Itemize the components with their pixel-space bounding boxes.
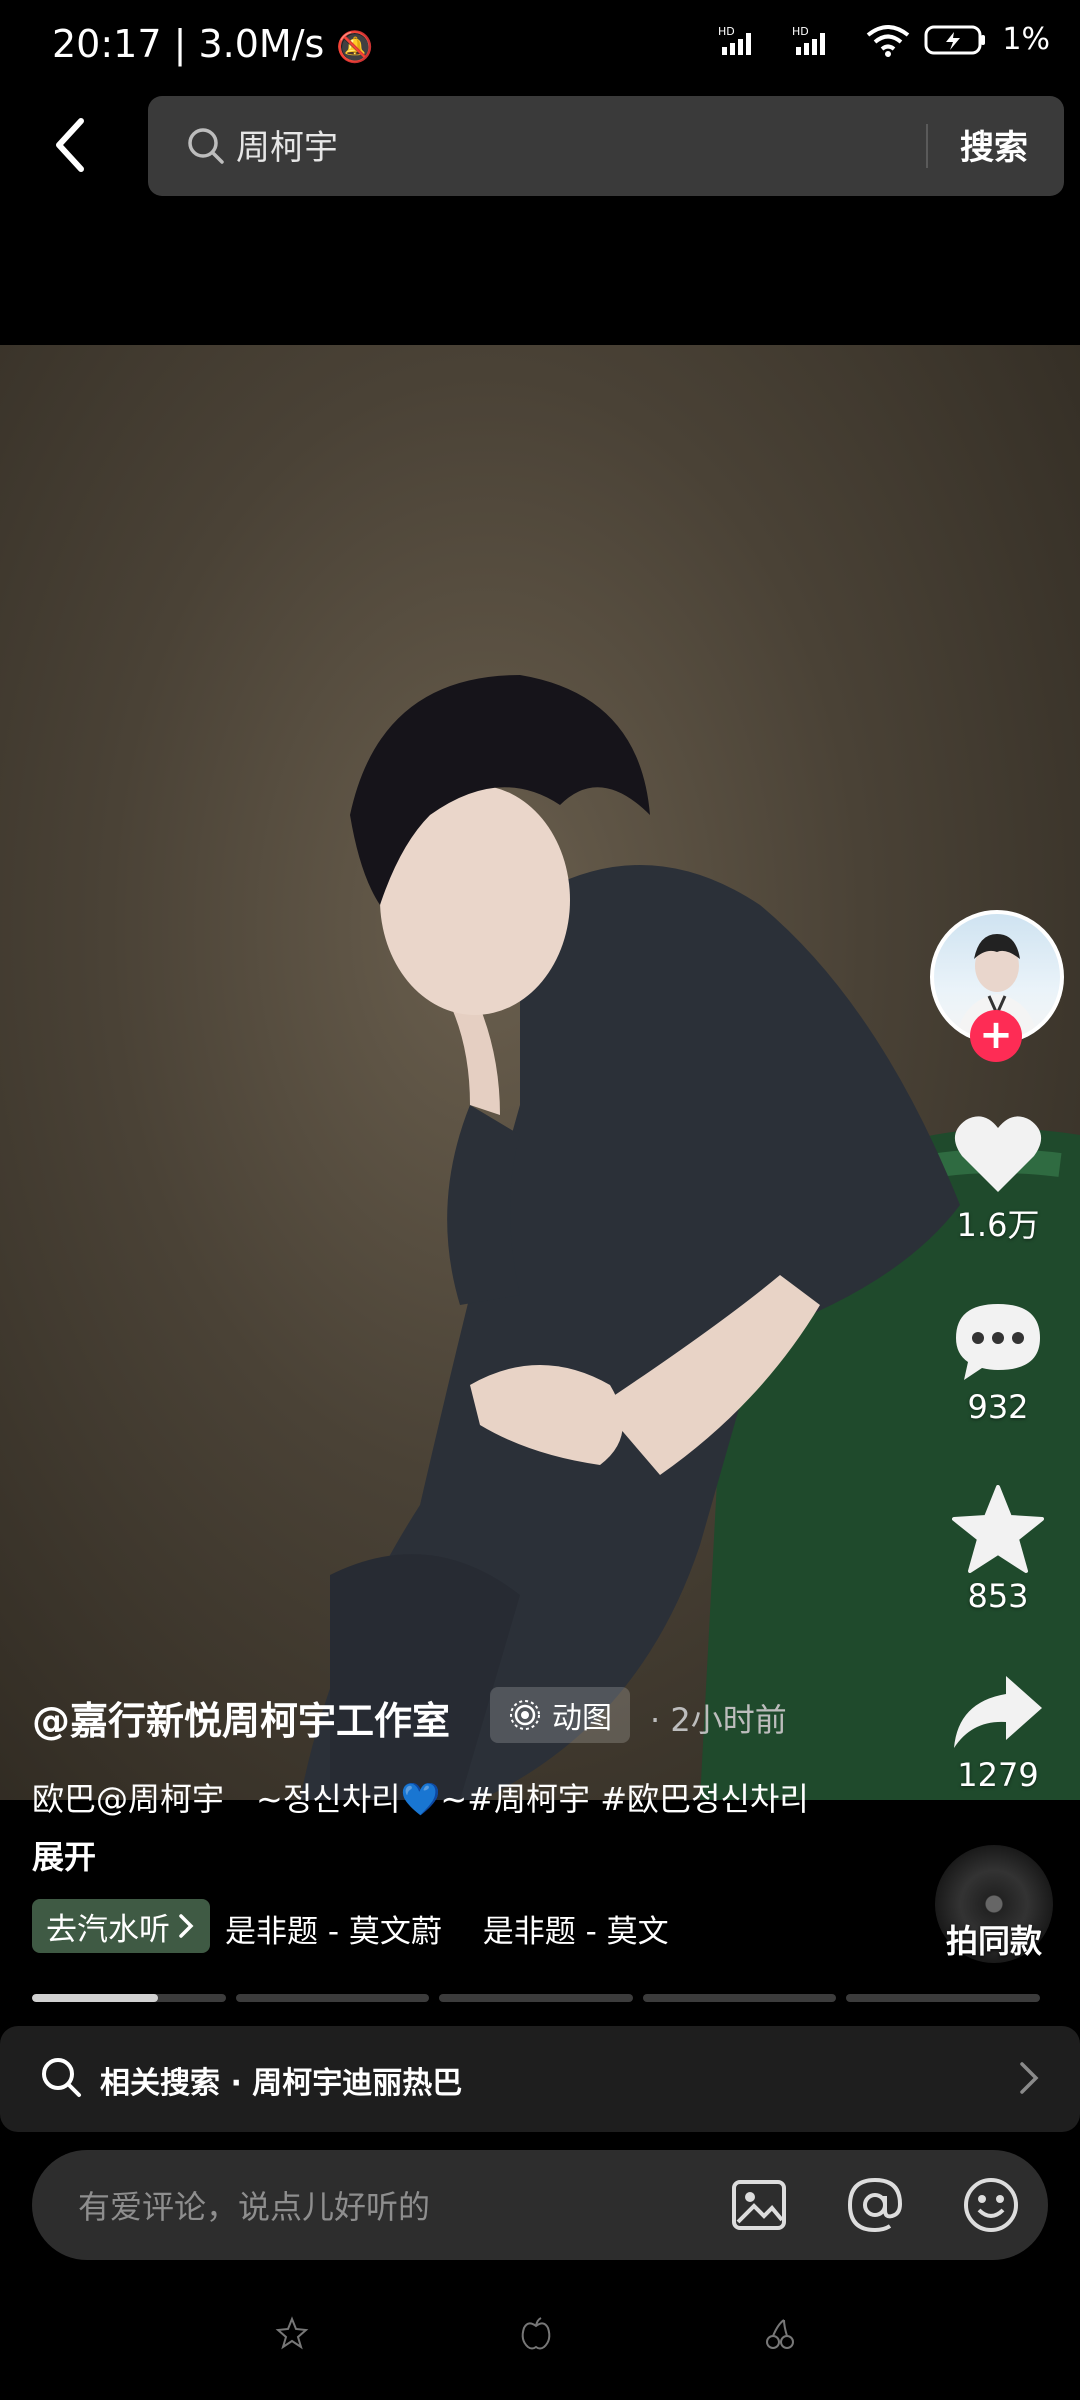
post-time: · 2小时前	[650, 1701, 787, 1739]
share-arrow-icon	[954, 1676, 1042, 1748]
type-label: 动图	[552, 1701, 612, 1736]
share-count: 1279	[957, 1756, 1039, 1794]
share-button[interactable]: 1279	[930, 1672, 1066, 1794]
follow-button[interactable]: +	[970, 1010, 1022, 1062]
search-input[interactable]: 周柯宇	[236, 120, 338, 169]
chevron-right-icon	[1020, 2062, 1039, 2094]
music-chip-label: 去汽水听	[46, 1911, 170, 1948]
image-progress	[32, 1994, 1040, 2002]
progress-segment	[235, 1994, 430, 2002]
post-image[interactable]	[0, 345, 1080, 1800]
heart-icon	[954, 1116, 1042, 1192]
signal-icon-2: HD	[792, 25, 826, 55]
comment-icon	[956, 1304, 1040, 1380]
bottom-nav	[0, 2316, 1080, 2356]
emoji-icon[interactable]	[962, 2176, 1020, 2234]
progress-segment	[642, 1994, 837, 2002]
signal-icon: HD	[718, 25, 752, 55]
comment-placeholder: 有爱评论，说点儿好听的	[78, 2188, 431, 2226]
music-chip[interactable]: 去汽水听	[32, 1899, 210, 1953]
search-icon	[188, 128, 224, 164]
chevron-left-icon	[56, 118, 84, 172]
expand-link[interactable]: 展开	[32, 1838, 96, 1876]
same-style-button[interactable]: 拍同款	[946, 1916, 1042, 1962]
star-outline-icon[interactable]	[275, 2316, 309, 2350]
description-text: 欧巴@周柯宇 ~정신차리💙~#周柯宇 #欧巴정신차리	[32, 1780, 809, 1818]
mute-icon: 🔕	[336, 30, 374, 65]
progress-segment	[846, 1994, 1040, 2002]
type-badge: 动图	[490, 1687, 630, 1743]
search-icon	[42, 2058, 81, 2097]
like-button[interactable]: 1.6万	[930, 1112, 1066, 1246]
post-description[interactable]: 欧巴@周柯宇 ~정신차리💙~#周柯宇 #欧巴정신차리 展开	[32, 1770, 832, 1886]
wifi-icon	[867, 24, 910, 57]
progress-segment	[439, 1994, 633, 2002]
back-button[interactable]	[40, 110, 100, 180]
star-icon	[952, 1485, 1044, 1573]
search-button[interactable]: 搜索	[960, 120, 1028, 169]
time-text: 20:17	[52, 22, 162, 66]
progress-segment	[32, 1994, 226, 2002]
separator: |	[173, 22, 199, 66]
battery-icon	[924, 25, 986, 54]
search-divider	[926, 124, 928, 168]
svg-text:HD: HD	[792, 25, 809, 38]
live-photo-icon	[510, 1700, 540, 1730]
favorite-count: 853	[967, 1577, 1029, 1615]
comment-tools	[730, 2176, 1020, 2234]
related-search-text: 相关搜索 · 周柯宇迪丽热巴	[100, 2066, 463, 2101]
at-mention-icon[interactable]	[846, 2176, 904, 2234]
apple-icon[interactable]	[518, 2316, 554, 2352]
author-name[interactable]: @嘉行新悦周柯宇工作室	[32, 1690, 450, 1745]
chevron-right-icon	[179, 1914, 194, 1938]
progress-fill	[32, 1994, 158, 2002]
status-time: 20:17 | 3.0M/s 🔕	[52, 22, 374, 66]
network-speed: 3.0M/s	[198, 22, 325, 66]
battery-percent: 1%	[1002, 22, 1050, 57]
status-right: HD HD 1%	[718, 22, 1050, 57]
music-title[interactable]: 是非题 - 莫文蔚 是非题 - 莫文	[225, 1906, 669, 1951]
search-bar[interactable]: 周柯宇 搜索	[148, 96, 1064, 196]
comment-button[interactable]: 932	[930, 1300, 1066, 1426]
favorite-button[interactable]: 853	[930, 1485, 1066, 1615]
comment-input[interactable]: 有爱评论，说点儿好听的	[32, 2150, 1048, 2260]
like-count: 1.6万	[956, 1206, 1040, 1244]
comment-count: 932	[967, 1388, 1029, 1426]
cherry-icon[interactable]	[762, 2316, 798, 2352]
image-icon[interactable]	[730, 2176, 788, 2234]
svg-text:HD: HD	[718, 25, 735, 38]
related-search[interactable]: 相关搜索 · 周柯宇迪丽热巴	[0, 2026, 1080, 2132]
status-bar: 20:17 | 3.0M/s 🔕 HD HD 1%	[0, 0, 1080, 96]
person-photo	[300, 675, 1080, 1800]
